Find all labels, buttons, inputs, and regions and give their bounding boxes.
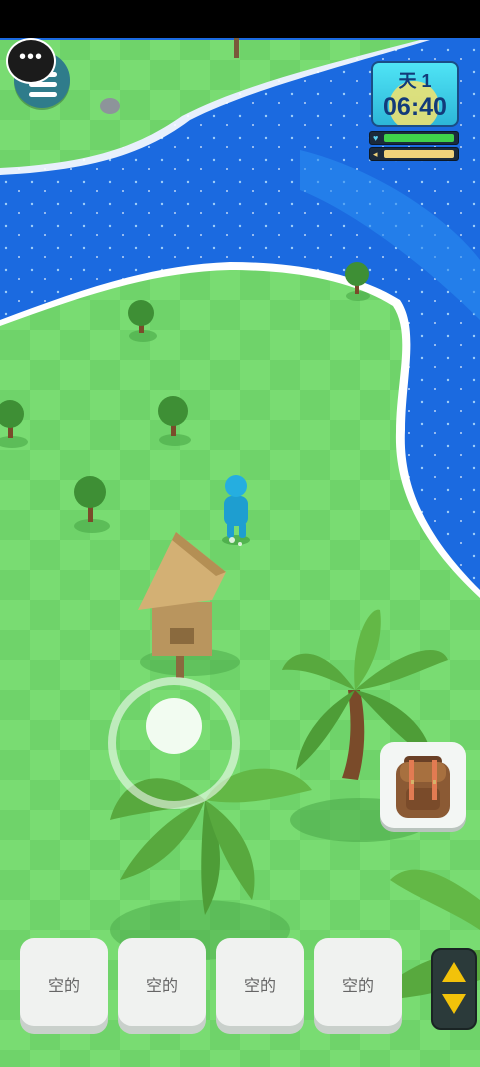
heart-icon: ♥ <box>373 133 379 143</box>
day-label: 天 1 <box>398 71 432 91</box>
hunger-bar: ◂ <box>369 147 459 161</box>
day-time-panel: 天 1 06:40 <box>371 61 459 127</box>
chat-bubble-icon: ••• <box>18 46 43 68</box>
backpack-button[interactable] <box>380 742 466 828</box>
health-fill <box>384 134 454 142</box>
hunger-fill <box>384 150 454 158</box>
chat-button[interactable]: ••• <box>6 38 56 84</box>
slot-label: 空的 <box>243 978 276 995</box>
inventory-slot-4[interactable]: 空的 <box>314 938 402 1026</box>
triangle-up-icon[interactable] <box>442 962 466 982</box>
inventory-slot-2[interactable]: 空的 <box>118 938 206 1026</box>
slot-label: 空的 <box>145 978 178 995</box>
inventory-slot-1[interactable]: 空的 <box>20 938 108 1026</box>
slot-label: 空的 <box>47 978 80 995</box>
inventory-scroll-button[interactable] <box>431 948 477 1030</box>
status-bar <box>0 0 480 38</box>
triangle-down-icon[interactable] <box>442 994 466 1014</box>
health-bar: ♥ <box>369 131 459 145</box>
tree <box>345 262 370 301</box>
joystick-knob[interactable] <box>146 698 202 754</box>
backpack-icon <box>396 756 450 818</box>
fish-icon: ◂ <box>373 149 378 159</box>
slot-label: 空的 <box>341 978 374 995</box>
time-label: 06:40 <box>383 93 447 121</box>
inventory-slot-3[interactable]: 空的 <box>216 938 304 1026</box>
